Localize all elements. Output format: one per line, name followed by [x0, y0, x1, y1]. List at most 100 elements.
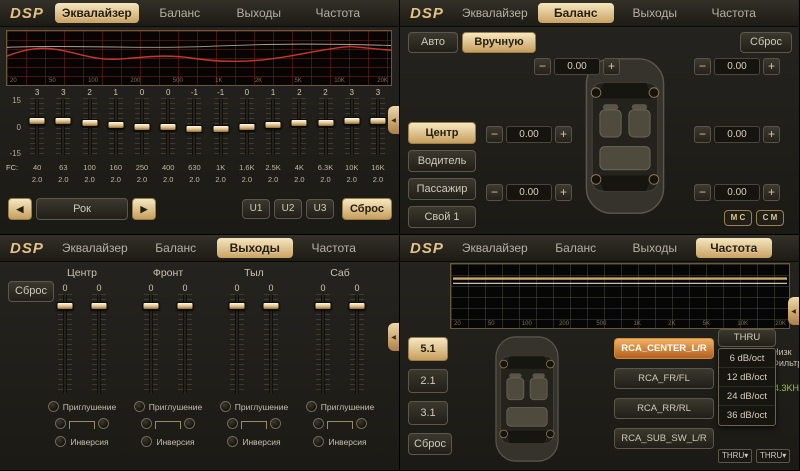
minus-button[interactable]: −	[534, 58, 551, 75]
minus-button[interactable]: −	[694, 184, 711, 201]
slider-knob[interactable]	[133, 123, 150, 131]
output-level-slider[interactable]	[230, 294, 244, 394]
preset-prev-button[interactable]: ◀	[8, 198, 32, 220]
slider-knob[interactable]	[143, 302, 160, 310]
output-level-slider[interactable]	[144, 294, 158, 394]
channel-link[interactable]	[212, 418, 296, 429]
invert-toggle[interactable]: Инверсия	[212, 436, 296, 447]
channel-link[interactable]	[126, 418, 210, 429]
eq-band-slider[interactable]	[56, 98, 70, 156]
memory-u1-button[interactable]: U1	[242, 199, 270, 219]
output-level-slider[interactable]	[178, 294, 192, 394]
slider-knob[interactable]	[343, 117, 360, 125]
tab-frequency[interactable]: Частота	[696, 3, 772, 23]
channel-link[interactable]	[40, 418, 124, 429]
slider-knob[interactable]	[107, 121, 124, 129]
slope-option-36db[interactable]: 36 dB/oct	[719, 406, 775, 425]
slider-knob[interactable]	[186, 125, 203, 133]
tab-frequency[interactable]: Частота	[696, 238, 772, 258]
eq-band-slider[interactable]	[83, 98, 97, 156]
balance-reset-button[interactable]: Сброс	[740, 32, 792, 53]
slider-knob[interactable]	[238, 123, 255, 131]
tab-equalizer[interactable]: Эквалайзер	[455, 238, 535, 258]
eq-band-slider[interactable]	[161, 98, 175, 156]
preset-next-button[interactable]: ▶	[132, 198, 156, 220]
slider-knob[interactable]	[291, 119, 308, 127]
mute-toggle[interactable]: Приглушение	[212, 401, 296, 412]
plus-button[interactable]: +	[555, 126, 572, 143]
balance-manual-button[interactable]: Вручную	[462, 32, 536, 53]
mode-31-button[interactable]: 3.1	[408, 401, 448, 425]
eq-band-slider[interactable]	[135, 98, 149, 156]
invert-toggle[interactable]: Инверсия	[298, 436, 382, 447]
invert-toggle[interactable]: Инверсия	[126, 436, 210, 447]
output-level-slider[interactable]	[350, 294, 364, 394]
cm-button[interactable]: C M	[756, 210, 784, 226]
slide-handle[interactable]: ◀	[388, 106, 399, 134]
minus-button[interactable]: −	[486, 184, 503, 201]
rca-center-button[interactable]: RCA_CENTER_L/R	[614, 338, 714, 359]
position-custom-button[interactable]: Свой 1	[408, 206, 476, 228]
plus-button[interactable]: +	[763, 126, 780, 143]
rca-front-button[interactable]: RCA_FR/FL	[614, 368, 714, 389]
eq-band-slider[interactable]	[292, 98, 306, 156]
output-level-slider[interactable]	[264, 294, 278, 394]
balance-auto-button[interactable]: Авто	[408, 32, 458, 53]
slider-knob[interactable]	[263, 302, 280, 310]
plus-button[interactable]: +	[763, 184, 780, 201]
tab-equalizer[interactable]: Эквалайзер	[455, 3, 535, 23]
tab-equalizer[interactable]: Эквалайзер	[55, 238, 135, 258]
output-level-slider[interactable]	[58, 294, 72, 394]
slider-knob[interactable]	[229, 302, 246, 310]
tab-balance[interactable]: Баланс	[538, 238, 614, 258]
eq-band-slider[interactable]	[30, 98, 44, 156]
slider-knob[interactable]	[349, 302, 366, 310]
rca-sub-button[interactable]: RCA_SUB_SW_L/R	[614, 428, 714, 449]
channel-link[interactable]	[298, 418, 382, 429]
eq-band-slider[interactable]	[371, 98, 385, 156]
plus-button[interactable]: +	[555, 184, 572, 201]
eq-band-slider[interactable]	[187, 98, 201, 156]
rca-rear-button[interactable]: RCA_RR/RL	[614, 398, 714, 419]
slider-knob[interactable]	[212, 125, 229, 133]
mc-button[interactable]: M C	[724, 210, 752, 226]
slider-knob[interactable]	[315, 302, 332, 310]
output-level-slider[interactable]	[92, 294, 106, 394]
position-center-button[interactable]: Центр	[408, 122, 476, 144]
slope-option-24db[interactable]: 24 dB/oct	[719, 387, 775, 406]
eq-band-slider[interactable]	[214, 98, 228, 156]
memory-u3-button[interactable]: U3	[306, 199, 334, 219]
slider-knob[interactable]	[160, 123, 177, 131]
slider-knob[interactable]	[265, 121, 282, 129]
eq-band-slider[interactable]	[266, 98, 280, 156]
position-driver-button[interactable]: Водитель	[408, 150, 476, 172]
slider-knob[interactable]	[91, 302, 108, 310]
slope-option-12db[interactable]: 12 dB/oct	[719, 368, 775, 387]
mode-21-button[interactable]: 2.1	[408, 369, 448, 393]
minus-button[interactable]: −	[694, 58, 711, 75]
slider-knob[interactable]	[55, 117, 72, 125]
preset-button[interactable]: Рок	[36, 198, 128, 220]
mute-toggle[interactable]: Приглушение	[126, 401, 210, 412]
plus-button[interactable]: +	[763, 58, 780, 75]
tab-frequency[interactable]: Частота	[300, 3, 376, 23]
eq-band-slider[interactable]	[345, 98, 359, 156]
invert-toggle[interactable]: Инверсия	[40, 436, 124, 447]
freq-reset-button[interactable]: Сброс	[408, 433, 452, 455]
minus-button[interactable]: −	[486, 126, 503, 143]
tab-balance[interactable]: Баланс	[138, 238, 214, 258]
mute-toggle[interactable]: Приглушение	[40, 401, 124, 412]
slider-knob[interactable]	[81, 119, 98, 127]
tab-balance[interactable]: Баланс	[538, 3, 614, 23]
minus-button[interactable]: −	[694, 126, 711, 143]
eq-band-slider[interactable]	[319, 98, 333, 156]
mode-51-button[interactable]: 5.1	[408, 337, 448, 361]
slider-knob[interactable]	[57, 302, 74, 310]
slider-knob[interactable]	[177, 302, 194, 310]
slider-knob[interactable]	[29, 117, 46, 125]
filter-select-left[interactable]: THRU▾	[718, 449, 752, 463]
slope-option-6db[interactable]: 6 dB/oct	[719, 349, 775, 368]
tab-outputs[interactable]: Выходы	[217, 238, 293, 258]
slider-knob[interactable]	[369, 117, 386, 125]
plus-button[interactable]: +	[603, 58, 620, 75]
